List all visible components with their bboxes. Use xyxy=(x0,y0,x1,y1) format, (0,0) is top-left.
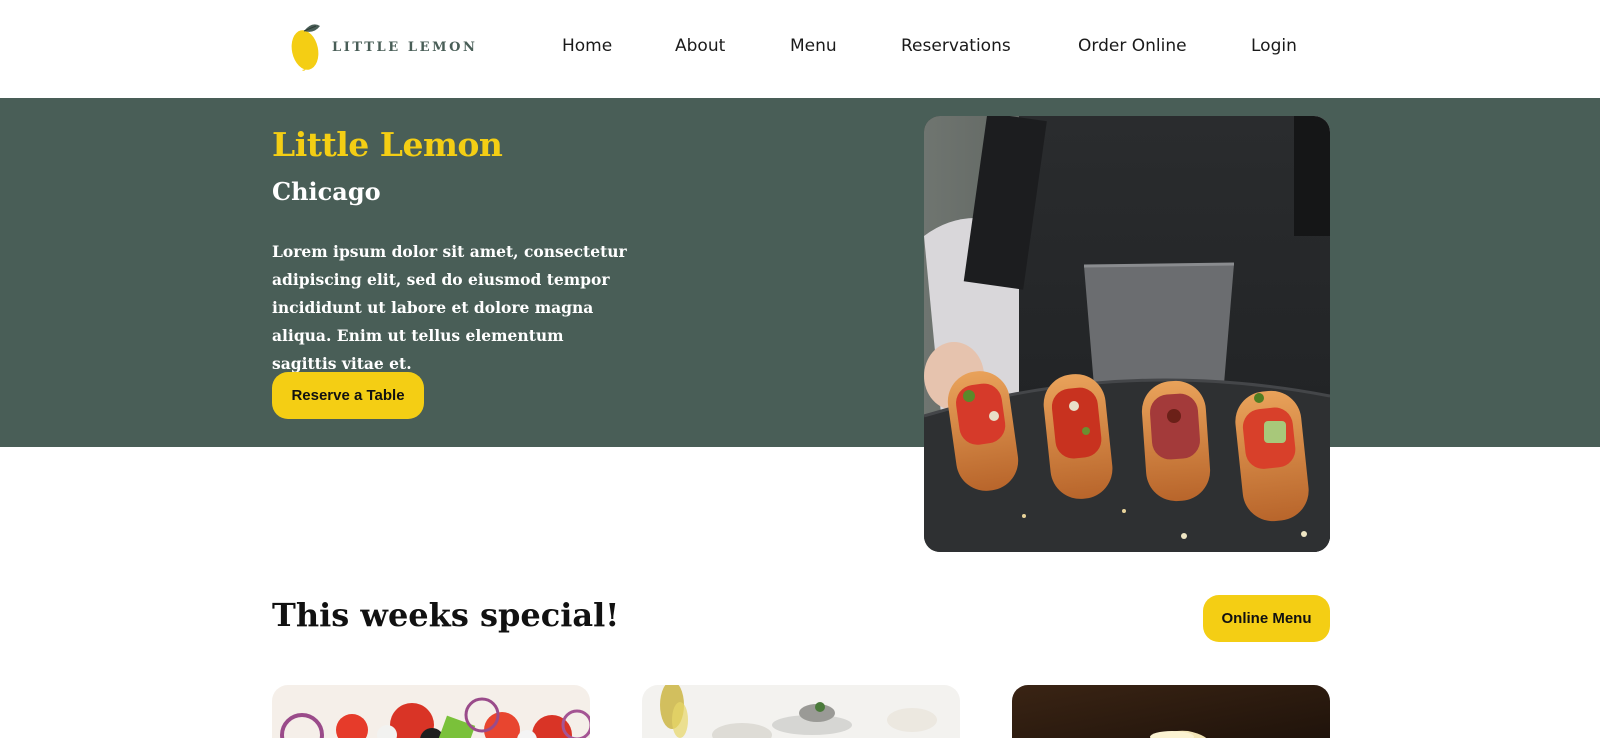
hero-description: Lorem ipsum dolor sit amet, consectetur … xyxy=(272,242,627,373)
special-card-bruschetta[interactable] xyxy=(642,685,960,738)
hero-section xyxy=(0,98,1600,447)
nav-login-link[interactable]: Login xyxy=(1251,36,1297,56)
nav-reservations-link[interactable]: Reservations xyxy=(901,36,1011,56)
nav-order-online-link[interactable]: Order Online xyxy=(1078,36,1187,56)
site-header: LITTLE LEMON Home About Menu Reservation… xyxy=(0,0,1600,98)
special-card-lemon-dessert[interactable] xyxy=(1012,685,1330,738)
bruschetta-image xyxy=(642,685,960,738)
nav-about-link[interactable]: About xyxy=(675,36,725,56)
nav-home-link[interactable]: Home xyxy=(562,36,612,56)
reserve-table-button[interactable]: Reserve a Table xyxy=(272,372,424,419)
specials-title: This weeks special! xyxy=(272,596,620,634)
hero-city: Chicago xyxy=(272,177,381,206)
greek-salad-image xyxy=(272,685,590,738)
waiter-food-photo xyxy=(924,116,1330,552)
special-card-greek-salad[interactable] xyxy=(272,685,590,738)
online-menu-button[interactable]: Online Menu xyxy=(1203,595,1330,642)
nav-menu-link[interactable]: Menu xyxy=(790,36,837,56)
hero-image xyxy=(924,116,1330,552)
main-nav: Home About Menu Reservations Order Onlin… xyxy=(0,36,1600,60)
hero-title: Little Lemon xyxy=(272,125,503,164)
lemon-dessert-image xyxy=(1012,685,1330,738)
